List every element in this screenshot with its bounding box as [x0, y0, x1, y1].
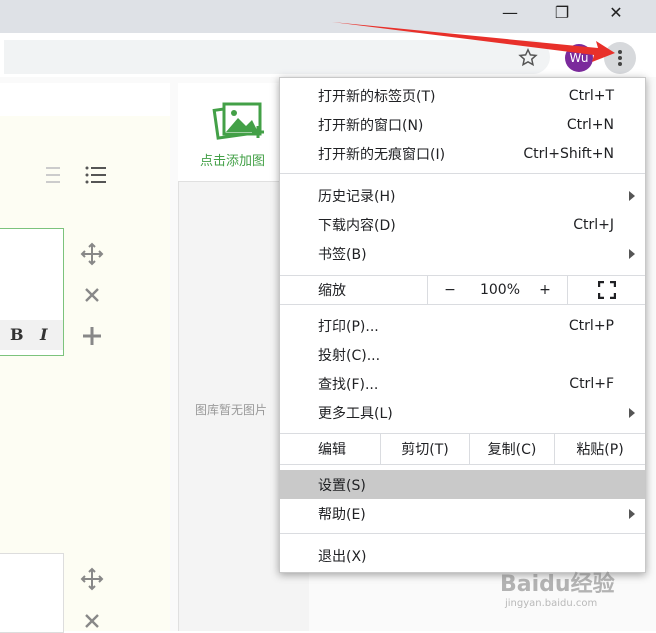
- bold-icon[interactable]: B: [10, 325, 24, 344]
- add-image-label[interactable]: 点击添加图: [200, 150, 265, 169]
- add-icon[interactable]: [82, 326, 102, 350]
- zoom-out-button[interactable]: −: [435, 276, 465, 304]
- bullet-list-icon[interactable]: [84, 163, 108, 187]
- menu-item-label: 投射(C)...: [318, 347, 381, 364]
- maximize-button[interactable]: ❐: [536, 0, 588, 25]
- zoom-label: 缩放: [318, 283, 346, 299]
- menu-item-label: 打印(P)...: [318, 318, 379, 335]
- menu-item-bookmarks[interactable]: 书签(B): [280, 239, 645, 268]
- move-icon[interactable]: [80, 242, 104, 270]
- fullscreen-button[interactable]: [590, 276, 624, 304]
- menu-item-label: 设置(S): [318, 477, 366, 494]
- menu-item-label: 帮助(E): [318, 506, 366, 523]
- menu-item-label: 退出(X): [318, 548, 367, 565]
- menu-item-label: 更多工具(L): [318, 405, 393, 422]
- menu-item-cast[interactable]: 投射(C)...: [280, 340, 645, 369]
- menu-item-shortcut: Ctrl+F: [569, 375, 614, 392]
- zoom-level: 100%: [479, 282, 521, 298]
- paste-button[interactable]: 粘贴(P): [555, 434, 645, 464]
- menu-item-label: 查找(F)...: [318, 376, 379, 393]
- delete-icon[interactable]: [84, 287, 100, 307]
- menu-item-downloads[interactable]: 下载内容(D) Ctrl+J: [280, 210, 645, 239]
- menu-item-print[interactable]: 打印(P)... Ctrl+P: [280, 311, 645, 340]
- menu-item-help[interactable]: 帮助(E): [280, 499, 645, 528]
- menu-item-new-tab[interactable]: 打开新的标签页(T) Ctrl+T: [280, 81, 645, 110]
- submenu-arrow-icon: [629, 508, 635, 519]
- zoom-in-button[interactable]: +: [530, 276, 560, 304]
- edit-label: 编辑: [318, 442, 346, 458]
- kebab-dot-icon: [618, 56, 622, 60]
- menu-divider: [567, 276, 568, 304]
- minimize-button[interactable]: —: [484, 0, 536, 25]
- watermark-url: jingyan.baidu.com: [505, 598, 598, 609]
- menu-item-shortcut: Ctrl+N: [566, 116, 614, 133]
- menu-item-label: 打开新的标签页(T): [318, 88, 436, 105]
- empty-gallery-text: 图库暂无图片: [195, 403, 268, 417]
- menu-item-history[interactable]: 历史记录(H): [280, 181, 645, 210]
- menu-item-shortcut: Ctrl+Shift+N: [523, 145, 614, 162]
- bookmark-star-icon[interactable]: [517, 47, 539, 69]
- profile-avatar[interactable]: Wu: [565, 44, 593, 72]
- submenu-arrow-icon: [629, 190, 635, 201]
- menu-edit-row: 编辑 剪切(T) 复制(C) 粘贴(P): [280, 433, 645, 465]
- menu-item-shortcut: Ctrl+T: [568, 87, 614, 104]
- menu-item-label: 历史记录(H): [318, 188, 396, 205]
- menu-item-label: 书签(B): [318, 246, 367, 263]
- format-bar: B I: [0, 320, 63, 350]
- menu-item-find[interactable]: 查找(F)... Ctrl+F: [280, 369, 645, 398]
- italic-icon[interactable]: I: [40, 325, 47, 344]
- menu-zoom-row: 缩放 − 100% +: [280, 275, 645, 305]
- address-bar[interactable]: [4, 40, 550, 74]
- editor-top-strip: [0, 83, 170, 117]
- menu-item-shortcut: Ctrl+P: [568, 317, 614, 334]
- add-image-icon[interactable]: [212, 102, 268, 146]
- content-card[interactable]: [0, 553, 64, 633]
- menu-item-new-incognito[interactable]: 打开新的无痕窗口(I) Ctrl+Shift+N: [280, 139, 645, 168]
- menu-item-label: 下载内容(D): [318, 217, 396, 234]
- submenu-arrow-icon: [629, 248, 635, 259]
- delete-icon[interactable]: [84, 613, 100, 633]
- menu-divider: [427, 276, 428, 304]
- menu-item-shortcut: Ctrl+J: [573, 216, 614, 233]
- fullscreen-icon: [598, 281, 616, 299]
- submenu-arrow-icon: [629, 407, 635, 418]
- copy-button[interactable]: 复制(C): [470, 434, 554, 464]
- browser-menu: 打开新的标签页(T) Ctrl+T 打开新的窗口(N) Ctrl+N 打开新的无…: [279, 77, 646, 573]
- close-button[interactable]: ✕: [590, 0, 642, 25]
- menu-item-new-window[interactable]: 打开新的窗口(N) Ctrl+N: [280, 110, 645, 139]
- menu-item-settings[interactable]: 设置(S): [280, 470, 645, 499]
- menu-item-more-tools[interactable]: 更多工具(L): [280, 398, 645, 427]
- kebab-dot-icon: [618, 50, 622, 54]
- more-menu-button[interactable]: [604, 42, 636, 74]
- move-icon[interactable]: [80, 567, 104, 595]
- menu-item-label: 打开新的窗口(N): [318, 117, 424, 134]
- kebab-dot-icon: [618, 62, 622, 66]
- cut-button[interactable]: 剪切(T): [381, 434, 469, 464]
- menu-divider: [280, 173, 645, 174]
- menu-item-label: 打开新的无痕窗口(I): [318, 146, 446, 163]
- ordered-list-icon[interactable]: [38, 163, 62, 187]
- watermark-brand: Baidu经验: [500, 572, 615, 597]
- menu-divider: [280, 533, 645, 534]
